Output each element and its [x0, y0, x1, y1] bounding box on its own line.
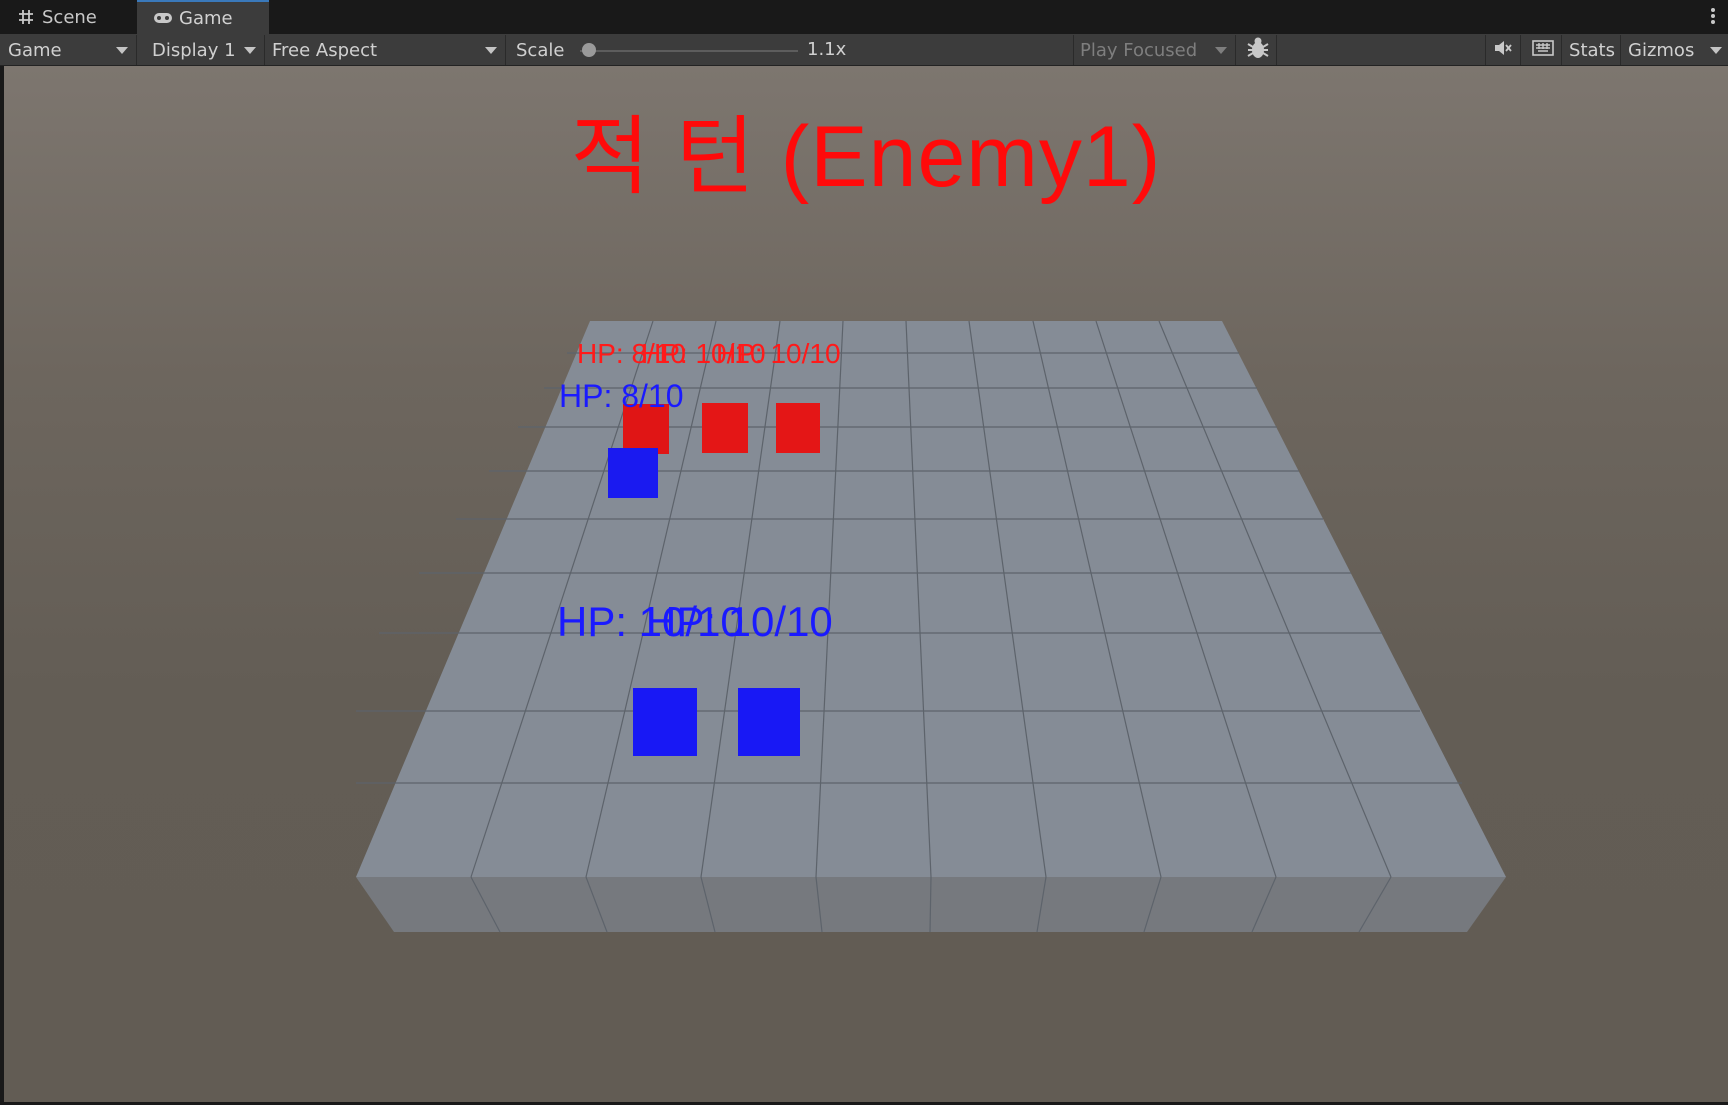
- enemy-hp-label: HP: 10/10: [716, 338, 841, 369]
- scale-slider-track[interactable]: [580, 50, 798, 52]
- keyboard-shortcuts-button[interactable]: [1524, 35, 1562, 65]
- speaker-mute-icon: [1493, 39, 1513, 62]
- stats-label: Stats: [1569, 39, 1615, 61]
- grid-hash-icon: [16, 7, 36, 27]
- game-view-toolbar: Game Display 1 Free Aspect Scale 1.1x Pl…: [0, 34, 1728, 66]
- aspect-dropdown[interactable]: Free Aspect: [268, 35, 506, 65]
- editor-tab-bar: Scene Game: [0, 0, 1728, 34]
- chevron-down-icon: [116, 47, 128, 54]
- scale-slider-thumb[interactable]: [582, 43, 596, 57]
- player-cube: [633, 688, 697, 756]
- tab-game-label: Game: [179, 7, 233, 29]
- keyboard-icon: [1531, 39, 1554, 61]
- play-mode-value: Play Focused: [1080, 39, 1198, 61]
- game-board: [356, 320, 1506, 933]
- gamepad-icon: [153, 8, 173, 28]
- chevron-down-icon: [485, 47, 497, 54]
- view-mode-dropdown[interactable]: Game: [4, 35, 137, 65]
- tab-scene[interactable]: Scene: [0, 0, 136, 34]
- chevron-down-icon: [1710, 47, 1722, 54]
- aspect-value: Free Aspect: [272, 39, 378, 61]
- scale-label: Scale: [516, 39, 565, 61]
- display-dropdown[interactable]: Display 1: [140, 35, 265, 65]
- player-cube: [608, 448, 658, 498]
- player-hp-label: HP: 10/10: [646, 598, 833, 645]
- play-mode-dropdown[interactable]: Play Focused: [1076, 35, 1236, 65]
- view-mode-value: Game: [8, 39, 62, 61]
- stats-button[interactable]: Stats: [1564, 35, 1621, 65]
- chevron-down-icon: [244, 47, 256, 54]
- turn-indicator-title: 적 턴 (Enemy1): [570, 109, 1162, 205]
- tab-scene-label: Scene: [42, 6, 97, 28]
- player-hp-label: HP: 8/10: [559, 378, 684, 414]
- gizmos-label: Gizmos: [1628, 39, 1695, 61]
- game-viewport[interactable]: 적 턴 (Enemy1) HP: 8/10 HP: 10/10 HP: 10/1…: [4, 66, 1728, 1102]
- player-cube: [738, 688, 800, 756]
- enemy-cube: [776, 403, 820, 453]
- chevron-down-icon: [1215, 47, 1227, 54]
- mute-audio-button[interactable]: [1485, 35, 1521, 65]
- gizmos-dropdown[interactable]: Gizmos: [1624, 35, 1724, 65]
- debug-toggle-button[interactable]: [1239, 35, 1277, 65]
- bug-icon: [1245, 36, 1271, 65]
- enemy-cube: [702, 403, 748, 453]
- scale-value: 1.1x: [807, 39, 847, 60]
- display-value: Display 1: [152, 39, 236, 61]
- board-top-surface: [356, 321, 1506, 877]
- more-options-icon[interactable]: [1710, 6, 1716, 28]
- tab-game[interactable]: Game: [137, 0, 269, 34]
